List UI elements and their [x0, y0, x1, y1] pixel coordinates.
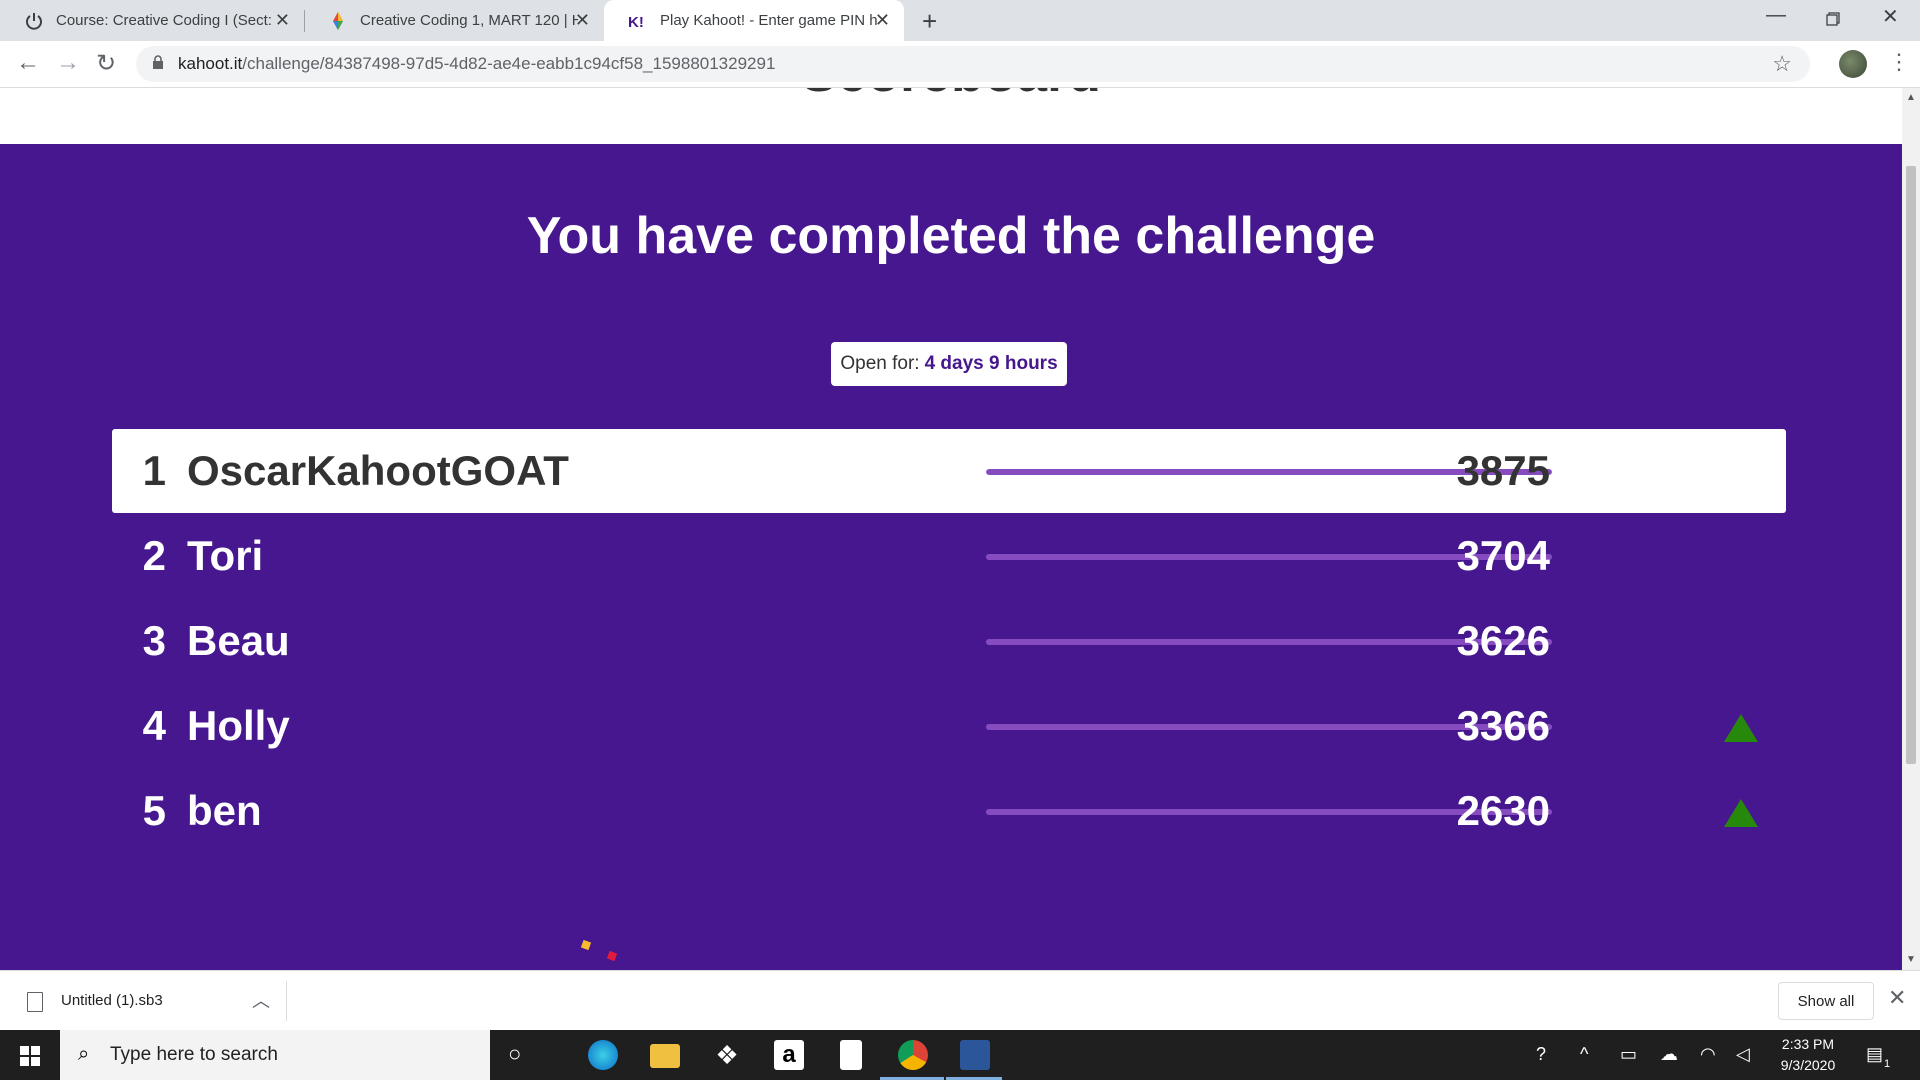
- rank-up-arrow-icon: [1724, 714, 1758, 742]
- cortana-icon[interactable]: ○: [508, 1041, 521, 1067]
- colorful-logo-icon: [333, 12, 343, 30]
- battery-icon[interactable]: ▭: [1620, 1044, 1637, 1065]
- scroll-up-icon[interactable]: ▲: [1906, 92, 1916, 103]
- help-icon[interactable]: ?: [1536, 1044, 1546, 1065]
- tab-strip: Course: Creative Coding I (Sect: 5 ✕ Cre…: [0, 0, 1920, 41]
- results-panel: You have completed the challenge Open fo…: [0, 144, 1902, 970]
- rank: 2: [142, 532, 166, 579]
- system-clock[interactable]: 2:33 PM 9/3/2020: [1768, 1034, 1848, 1076]
- rank: 1: [142, 447, 166, 494]
- file-icon: [27, 992, 43, 1012]
- challenge-title: You have completed the challenge: [526, 207, 1376, 265]
- minimize-icon[interactable]: —: [1766, 4, 1786, 27]
- taskbar-search[interactable]: ⌕ Type here to search: [60, 1030, 490, 1080]
- open-for-badge: Open for: 4 days 9 hours: [831, 342, 1067, 386]
- close-icon[interactable]: ✕: [575, 10, 590, 31]
- leaderboard-row: 2 Tori 3704: [112, 514, 1786, 598]
- chrome-icon[interactable]: [898, 1040, 928, 1070]
- close-icon[interactable]: ✕: [275, 10, 290, 31]
- profile-avatar[interactable]: [1839, 50, 1867, 78]
- confetti-piece: [580, 939, 592, 951]
- back-icon[interactable]: ←: [16, 49, 40, 77]
- leaderboard-row: 1 OscarKahootGOAT 3875: [112, 429, 1786, 513]
- close-icon[interactable]: ✕: [875, 10, 890, 31]
- reload-icon[interactable]: ↻: [96, 49, 116, 78]
- rank: 5: [142, 787, 166, 834]
- scoreboard-heading: Scoreboard: [0, 88, 1902, 104]
- player-name: Tori: [187, 532, 264, 579]
- rank: 3: [142, 617, 166, 664]
- kahoot-icon: K!: [628, 14, 644, 31]
- clock-time: 2:33 PM: [1781, 1036, 1835, 1052]
- open-for-label: Open for:: [840, 353, 920, 374]
- leaderboard-row: 5 ben 2630: [112, 769, 1786, 853]
- chevron-up-icon[interactable]: ︿: [252, 987, 270, 1013]
- power-icon: [26, 13, 42, 30]
- wifi-icon[interactable]: ◠: [1700, 1044, 1716, 1065]
- lock-icon: [153, 55, 163, 69]
- svg-text:K!: K!: [628, 14, 644, 31]
- open-for-value: 4 days 9 hours: [924, 353, 1058, 374]
- page-scrollbar[interactable]: ▲ ▼: [1902, 88, 1920, 970]
- close-icon[interactable]: ✕: [1888, 985, 1906, 1011]
- notification-count: 1: [1884, 1058, 1891, 1070]
- confetti-piece: [606, 950, 618, 962]
- url-path: /challenge/84387498-97d5-4d82-ae4e-eabb1…: [242, 54, 776, 73]
- show-all-button[interactable]: Show all: [1778, 982, 1874, 1020]
- rank-up-arrow-icon: [1724, 799, 1758, 827]
- url-text: kahoot.it/challenge/84387498-97d5-4d82-a…: [178, 54, 775, 74]
- address-bar[interactable]: kahoot.it/challenge/84387498-97d5-4d82-a…: [136, 46, 1810, 82]
- clock-date: 9/3/2020: [1780, 1057, 1836, 1073]
- restore-icon[interactable]: [1826, 12, 1840, 26]
- windows-start-icon[interactable]: [20, 1046, 40, 1066]
- player-score: 3626: [1456, 617, 1550, 664]
- word-icon[interactable]: [960, 1040, 990, 1070]
- chevron-up-icon[interactable]: ^: [1580, 1044, 1588, 1065]
- player-score: 2630: [1456, 787, 1550, 834]
- tab-creative-coding[interactable]: Creative Coding 1, MART 120 | H ✕: [304, 0, 604, 41]
- tab-title: Course: Creative Coding I (Sect: 5: [56, 12, 274, 29]
- window-close-icon[interactable]: ✕: [1882, 4, 1899, 29]
- tab-title: Play Kahoot! - Enter game PIN he: [660, 12, 878, 29]
- download-bar: Untitled (1).sb3 ︿ Show all ✕: [0, 970, 1920, 1031]
- download-file-name[interactable]: Untitled (1).sb3: [61, 992, 163, 1009]
- new-tab-button[interactable]: +: [922, 6, 937, 37]
- volume-icon[interactable]: ◁: [1736, 1044, 1750, 1065]
- amazon-icon[interactable]: a: [774, 1040, 804, 1070]
- search-icon: ⌕: [78, 1043, 90, 1065]
- url-host: kahoot.it: [178, 54, 243, 73]
- leaderboard-row: 3 Beau 3626: [112, 599, 1786, 683]
- scroll-thumb[interactable]: [1906, 166, 1916, 764]
- rank: 4: [142, 702, 166, 749]
- windows-taskbar: ⌕ Type here to search ○ ❖ a ? ^ ▭ ☁ ◠ ◁ …: [0, 1030, 1920, 1080]
- player-name: ben: [187, 787, 262, 834]
- forward-icon[interactable]: →: [56, 49, 80, 77]
- onedrive-cloud-icon[interactable]: ☁: [1660, 1044, 1678, 1065]
- player-score: 3704: [1456, 532, 1550, 579]
- file-explorer-icon[interactable]: [650, 1044, 680, 1068]
- notification-icon[interactable]: ▤: [1866, 1044, 1883, 1065]
- scroll-down-icon[interactable]: ▼: [1906, 954, 1916, 965]
- bookmark-star-icon[interactable]: ☆: [1772, 51, 1792, 77]
- tab-kahoot[interactable]: K! Play Kahoot! - Enter game PIN he ✕: [604, 0, 904, 41]
- search-placeholder: Type here to search: [110, 1044, 278, 1065]
- edge-icon[interactable]: [588, 1040, 618, 1070]
- tab-course[interactable]: Course: Creative Coding I (Sect: 5 ✕: [0, 0, 304, 41]
- player-score: 3366: [1456, 702, 1550, 749]
- tab-title: Creative Coding 1, MART 120 | H: [360, 12, 578, 29]
- leaderboard-row: 4 Holly 3366: [112, 684, 1786, 768]
- divider: [286, 981, 287, 1021]
- dropbox-icon[interactable]: ❖: [712, 1040, 742, 1070]
- document-icon[interactable]: [840, 1040, 862, 1070]
- page-content: Scoreboard You have completed the challe…: [0, 88, 1902, 970]
- player-score: 3875: [1456, 447, 1550, 494]
- menu-icon[interactable]: ⋮: [1888, 49, 1910, 75]
- browser-toolbar: ← → ↻ kahoot.it/challenge/84387498-97d5-…: [0, 41, 1920, 88]
